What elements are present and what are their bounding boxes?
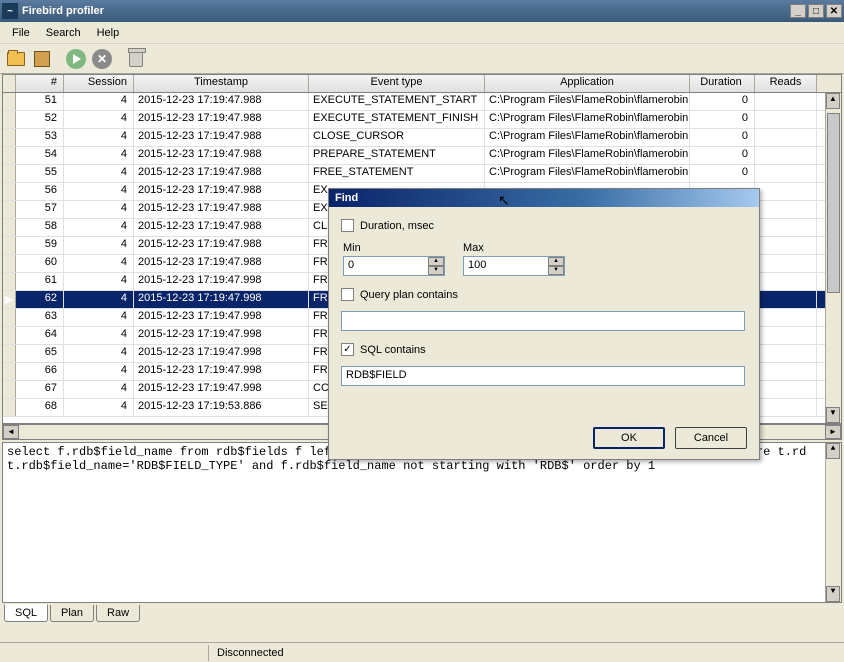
- close-button[interactable]: ✕: [826, 4, 842, 18]
- sql-input[interactable]: RDB$FIELD: [341, 366, 745, 386]
- sql-line: t.rdb$field_name='RDB$FIELD_TYPE' and f.…: [7, 459, 837, 473]
- play-icon: [66, 49, 86, 69]
- scroll-right-icon[interactable]: ►: [825, 425, 841, 439]
- spin-down-icon[interactable]: ▼: [428, 266, 444, 275]
- sql-vscroll[interactable]: ▲ ▼: [825, 443, 841, 602]
- table-row[interactable]: 5142015-12-23 17:19:47.988EXECUTE_STATEM…: [3, 93, 841, 111]
- max-label: Max: [463, 242, 565, 254]
- queryplan-checkbox[interactable]: [341, 288, 354, 301]
- col-session[interactable]: Session: [64, 75, 134, 92]
- trash-icon: [129, 51, 143, 67]
- scroll-down-icon[interactable]: ▼: [826, 407, 840, 423]
- sql-contains-label: SQL contains: [360, 344, 426, 356]
- maximize-button[interactable]: □: [808, 4, 824, 18]
- col-event[interactable]: Event type: [309, 75, 485, 92]
- table-row[interactable]: 5242015-12-23 17:19:47.988EXECUTE_STATEM…: [3, 111, 841, 129]
- table-row[interactable]: 5542015-12-23 17:19:47.988FREE_STATEMENT…: [3, 165, 841, 183]
- col-reads[interactable]: Reads: [755, 75, 817, 92]
- spin-up-icon[interactable]: ▲: [548, 257, 564, 266]
- menu-help[interactable]: Help: [89, 25, 128, 41]
- scroll-down-icon[interactable]: ▼: [826, 586, 840, 602]
- save-button[interactable]: [30, 47, 54, 71]
- toolbar: ✕: [0, 44, 844, 74]
- spin-up-icon[interactable]: ▲: [428, 257, 444, 266]
- queryplan-label: Query plan contains: [360, 289, 458, 301]
- ok-button[interactable]: OK: [593, 427, 665, 449]
- menubar: File Search Help: [0, 22, 844, 44]
- statusbar: Disconnected: [0, 642, 844, 662]
- stop-icon: ✕: [92, 49, 112, 69]
- scroll-thumb[interactable]: [827, 113, 840, 293]
- queryplan-input[interactable]: [341, 311, 745, 331]
- duration-checkbox[interactable]: [341, 219, 354, 232]
- spin-down-icon[interactable]: ▼: [548, 266, 564, 275]
- min-label: Min: [343, 242, 445, 254]
- min-input[interactable]: 0▲▼: [343, 256, 445, 276]
- find-dialog: Find Duration, msec Min 0▲▼ Max 100▲▼ Qu…: [328, 188, 760, 460]
- bottom-tabs: SQL Plan Raw: [0, 605, 844, 627]
- sql-pane: select f.rdb$field_name from rdb$fields …: [2, 442, 842, 603]
- col-num[interactable]: #: [16, 75, 64, 92]
- grid-header: # Session Timestamp Event type Applicati…: [3, 75, 841, 93]
- dialog-title: Find: [329, 189, 759, 207]
- table-row[interactable]: 5342015-12-23 17:19:47.988CLOSE_CURSORC:…: [3, 129, 841, 147]
- col-app[interactable]: Application: [485, 75, 690, 92]
- start-button[interactable]: [64, 47, 88, 71]
- cancel-button[interactable]: Cancel: [675, 427, 747, 449]
- col-duration[interactable]: Duration: [690, 75, 755, 92]
- scroll-up-icon[interactable]: ▲: [826, 443, 840, 459]
- minimize-button[interactable]: _: [790, 4, 806, 18]
- scroll-up-icon[interactable]: ▲: [826, 93, 840, 109]
- folder-icon: [7, 52, 25, 66]
- col-timestamp[interactable]: Timestamp: [134, 75, 309, 92]
- tab-raw[interactable]: Raw: [96, 605, 140, 622]
- titlebar: ~ Firebird profiler _ □ ✕: [0, 0, 844, 22]
- stop-button[interactable]: ✕: [90, 47, 114, 71]
- tab-plan[interactable]: Plan: [50, 605, 94, 622]
- grid-vscroll[interactable]: ▲ ▼: [825, 93, 841, 423]
- clear-button[interactable]: [124, 47, 148, 71]
- duration-label: Duration, msec: [360, 220, 434, 232]
- menu-search[interactable]: Search: [38, 25, 89, 41]
- tab-sql[interactable]: SQL: [4, 604, 48, 622]
- menu-file[interactable]: File: [4, 25, 38, 41]
- max-input[interactable]: 100▲▼: [463, 256, 565, 276]
- open-button[interactable]: [4, 47, 28, 71]
- scroll-left-icon[interactable]: ◄: [3, 425, 19, 439]
- status-connection: Disconnected: [208, 645, 292, 661]
- sql-checkbox[interactable]: ✓: [341, 343, 354, 356]
- app-icon: ~: [2, 3, 18, 19]
- window-title: Firebird profiler: [22, 5, 790, 17]
- save-icon: [34, 51, 50, 67]
- table-row[interactable]: 5442015-12-23 17:19:47.988PREPARE_STATEM…: [3, 147, 841, 165]
